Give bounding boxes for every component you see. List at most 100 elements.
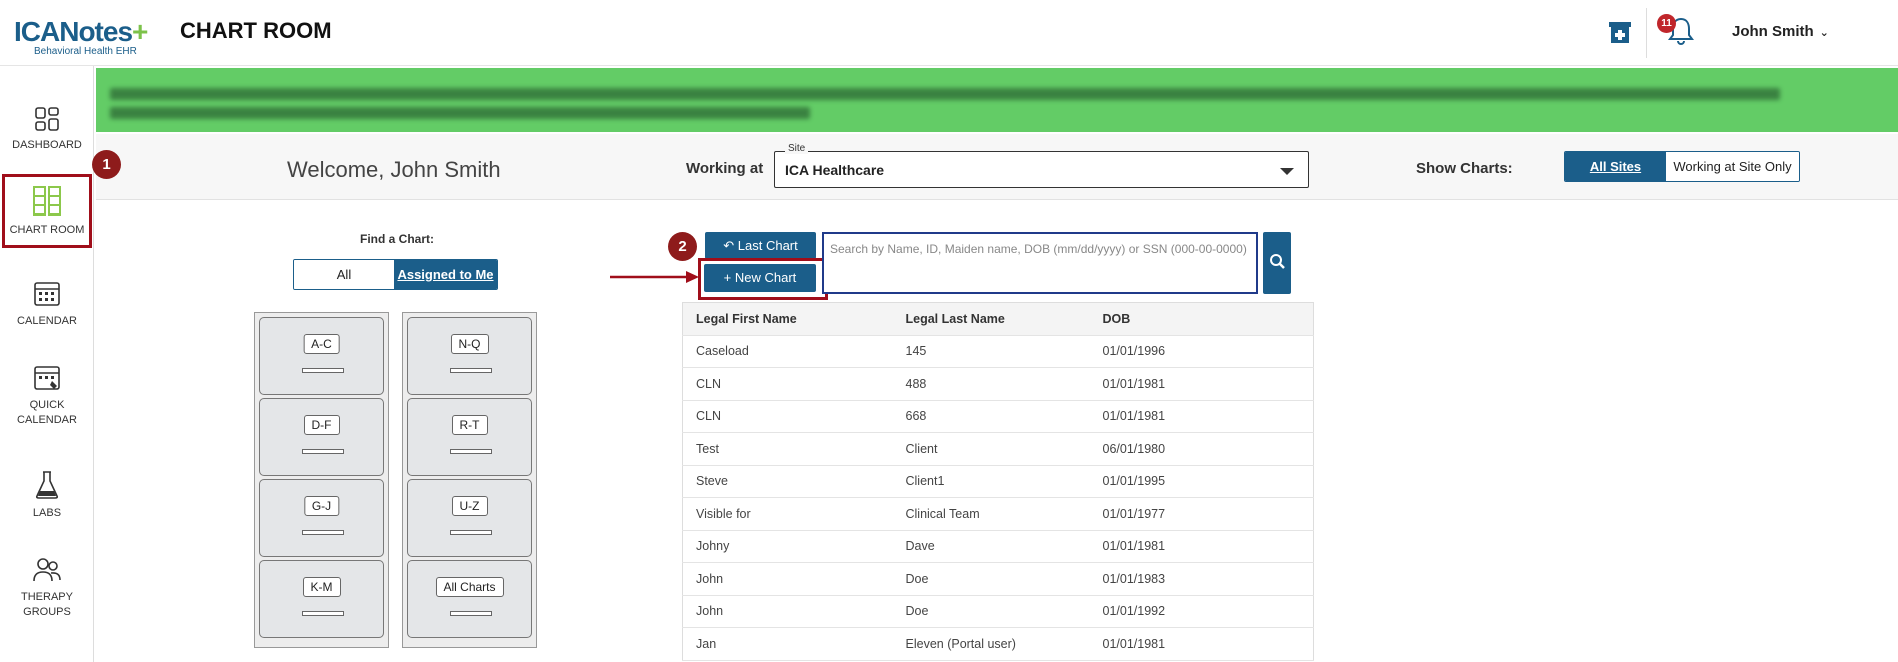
cell: 145 xyxy=(892,335,1090,368)
table-row[interactable]: John Doe 01/01/1983 xyxy=(682,562,1314,596)
drawer-label: R-T xyxy=(451,415,488,435)
all-sites-option[interactable]: All Sites xyxy=(1565,152,1666,181)
plus-icon: + xyxy=(723,270,732,285)
brand-plus: + xyxy=(132,16,148,47)
brand-subtitle: Behavioral Health EHR xyxy=(34,46,137,57)
patient-search-input[interactable]: Search by Name, ID, Maiden name, DOB (mm… xyxy=(822,232,1258,294)
search-placeholder: Search by Name, ID, Maiden name, DOB (mm… xyxy=(830,242,1247,256)
drawer-label: G-J xyxy=(303,496,340,516)
cell: Eleven (Portal user) xyxy=(892,627,1090,661)
drawer-u-z[interactable]: U-Z xyxy=(407,479,532,557)
sidebar-item-label: QUICK CALENDAR xyxy=(17,399,77,426)
sidebar-item-labs[interactable]: LABS xyxy=(0,470,94,521)
site-value: ICA Healthcare xyxy=(785,162,885,178)
cell: Doe xyxy=(892,595,1090,628)
table-row[interactable]: CLN 488 01/01/1981 xyxy=(682,367,1314,401)
drawer-label: U-Z xyxy=(451,496,488,516)
group-icon xyxy=(33,558,61,582)
sidebar-item-calendar[interactable]: CALENDAR xyxy=(0,280,94,329)
step-badge: 1 xyxy=(92,150,121,179)
table-row[interactable]: CLN 668 01/01/1981 xyxy=(682,400,1314,433)
site-legend: Site xyxy=(785,143,809,154)
cell: Steve xyxy=(682,465,893,498)
find-chart-title: Find a Chart: xyxy=(360,232,434,246)
drawer-label: N-Q xyxy=(450,334,489,354)
sidebar-item-quick-calendar[interactable]: QUICK CALENDAR xyxy=(0,364,94,428)
cell: John xyxy=(682,562,893,596)
cell: 01/01/1981 xyxy=(1089,627,1314,661)
table-row[interactable]: Johny Dave 01/01/1981 xyxy=(682,530,1314,563)
logo[interactable]: ICANotes+ Behavioral Health EHR xyxy=(14,16,148,57)
redacted-text xyxy=(110,107,810,119)
drawer-label: K-M xyxy=(302,577,341,597)
working-at-label: Working at xyxy=(686,160,764,177)
cell: 01/01/1981 xyxy=(1089,530,1314,563)
table-row[interactable]: Test Client 06/01/1980 xyxy=(682,432,1314,466)
drawer-r-t[interactable]: R-T xyxy=(407,398,532,476)
cell: 488 xyxy=(892,367,1090,401)
drawer-label: All Charts xyxy=(435,577,504,597)
table-row[interactable]: John Doe 01/01/1992 xyxy=(682,595,1314,628)
user-menu[interactable]: John Smith ⌄ xyxy=(1732,23,1829,40)
cell: Dave xyxy=(892,530,1090,563)
drawer-a-c[interactable]: A-C xyxy=(259,317,384,395)
notification-badge: 11 xyxy=(1657,14,1676,33)
drawer-all-charts[interactable]: All Charts xyxy=(407,560,532,638)
drawer-g-j[interactable]: G-J xyxy=(259,479,384,557)
table-row[interactable]: Visible for Clinical Team 01/01/1977 xyxy=(682,497,1314,531)
last-chart-button[interactable]: ↶ Last Chart xyxy=(705,232,816,259)
drawer-k-m[interactable]: K-M xyxy=(259,560,384,638)
page-title: CHART ROOM xyxy=(180,18,332,43)
table-header-row: Legal First Name Legal Last Name DOB xyxy=(682,302,1314,336)
sidebar-item-chart-room[interactable]: CHART ROOM xyxy=(2,174,92,248)
table-row[interactable]: Caseload 145 01/01/1996 xyxy=(682,335,1314,368)
pharmacy-icon[interactable] xyxy=(1606,18,1634,46)
cell: 01/01/1981 xyxy=(1089,400,1314,433)
cell: 01/01/1995 xyxy=(1089,465,1314,498)
chevron-down-icon: ⌄ xyxy=(1819,27,1829,39)
column-header[interactable]: Legal First Name xyxy=(682,302,893,336)
sidebar-item-therapy-groups[interactable]: THERAPY GROUPS xyxy=(0,556,94,620)
sidebar-item-label: LABS xyxy=(32,507,62,519)
column-header[interactable]: Legal Last Name xyxy=(892,302,1090,336)
header-divider xyxy=(1646,8,1647,58)
cell: Client1 xyxy=(892,465,1090,498)
calendar-icon xyxy=(34,282,60,306)
new-chart-button[interactable]: + New Chart xyxy=(704,264,816,292)
sidebar: DASHBOARD CHART ROOM CALENDAR QUICK CALE… xyxy=(0,66,94,662)
search-button[interactable] xyxy=(1263,232,1291,294)
column-header[interactable]: DOB xyxy=(1089,302,1314,336)
arrow-pointer-icon xyxy=(610,271,699,283)
drawer-label: D-F xyxy=(303,415,340,435)
sidebar-item-label: CHART ROOM xyxy=(9,224,85,236)
table-row[interactable]: Steve Client1 01/01/1995 xyxy=(682,465,1314,498)
drawer-handle xyxy=(302,368,344,373)
cell: CLN xyxy=(682,400,893,433)
drawer-handle xyxy=(450,449,492,454)
working-site-only-option[interactable]: Working at Site Only xyxy=(1666,152,1799,181)
filter-assigned-option[interactable]: Assigned to Me xyxy=(394,260,497,289)
user-name: John Smith xyxy=(1732,23,1814,40)
drawer-n-q[interactable]: N-Q xyxy=(407,317,532,395)
app-header: ICANotes+ Behavioral Health EHR CHART RO… xyxy=(0,0,1898,66)
welcome-text: Welcome, John Smith xyxy=(287,157,501,182)
filter-all-option[interactable]: All xyxy=(294,260,394,289)
cell: Doe xyxy=(892,562,1090,596)
drawer-d-f[interactable]: D-F xyxy=(259,398,384,476)
site-select[interactable]: Site ICA Healthcare xyxy=(774,143,1309,188)
cell: 01/01/1983 xyxy=(1089,562,1314,596)
quick-calendar-icon xyxy=(34,366,60,390)
sidebar-item-label: THERAPY GROUPS xyxy=(21,591,73,618)
table-row[interactable]: Jan Eleven (Portal user) 01/01/1981 xyxy=(682,627,1314,661)
cell: Test xyxy=(682,432,893,466)
drawer-label: A-C xyxy=(303,334,340,354)
undo-arrow-icon: ↶ xyxy=(723,238,735,253)
cell: 01/01/1996 xyxy=(1089,335,1314,368)
cabinet-icon xyxy=(33,186,61,216)
cell: Clinical Team xyxy=(892,497,1090,531)
cell: 06/01/1980 xyxy=(1089,432,1314,466)
sidebar-item-label: CALENDAR xyxy=(17,315,77,327)
sidebar-item-dashboard[interactable]: DASHBOARD xyxy=(0,106,94,153)
cell: Jan xyxy=(682,627,893,661)
cell: 01/01/1977 xyxy=(1089,497,1314,531)
